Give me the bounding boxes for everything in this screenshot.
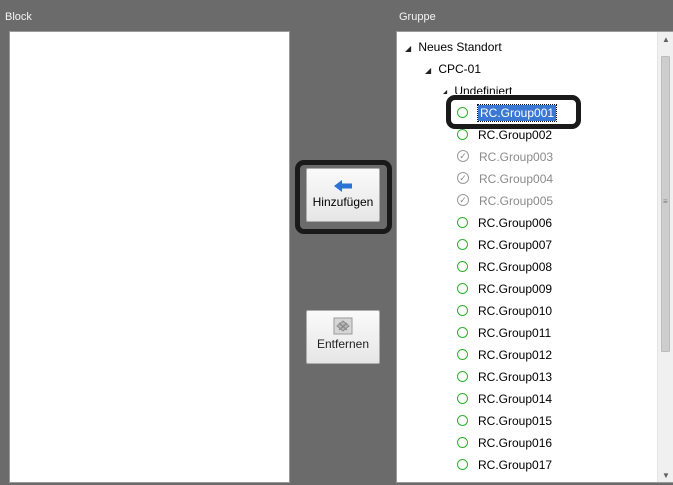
tree-node-folder[interactable]: ◢ Undefiniert bbox=[441, 80, 512, 94]
tree-item-label: RC.Group004 bbox=[479, 172, 554, 186]
tree-item-label: RC.Group002 bbox=[478, 128, 553, 142]
circle-icon bbox=[457, 238, 468, 250]
tree-item-group[interactable]: RC.Group011 bbox=[457, 322, 551, 344]
tree-item-label: RC.Group007 bbox=[478, 238, 553, 252]
tree-node-label: CPC-01 bbox=[438, 62, 482, 76]
collapse-arrow-icon[interactable]: ◢ bbox=[405, 38, 415, 60]
tree-item-label: RC.Group008 bbox=[478, 260, 553, 274]
circle-icon bbox=[457, 282, 468, 294]
tree-item-label: RC.Group017 bbox=[478, 458, 553, 472]
circle-icon bbox=[457, 458, 468, 470]
add-button[interactable]: Hinzufügen bbox=[306, 168, 380, 222]
checkmark-icon: ✓ bbox=[457, 194, 469, 207]
circle-icon bbox=[457, 392, 468, 404]
circle-icon bbox=[457, 414, 468, 426]
tree-item-label: RC.Group009 bbox=[478, 282, 553, 296]
tree-item-group[interactable]: RC.Group017 bbox=[457, 454, 552, 476]
collapse-arrow-icon[interactable]: ◢ bbox=[441, 82, 451, 94]
circle-icon bbox=[457, 348, 468, 360]
tree-item-group[interactable]: RC.Group015 bbox=[457, 410, 552, 432]
circle-icon bbox=[457, 260, 468, 272]
tree-item-group[interactable]: RC.Group014 bbox=[457, 388, 552, 410]
tree-node-cpc[interactable]: ◢ CPC-01 bbox=[425, 58, 481, 80]
tree-item-group[interactable]: RC.Group007 bbox=[457, 234, 552, 256]
tree-item-label: RC.Group003 bbox=[479, 150, 554, 164]
tree-node-label: Neues Standort bbox=[418, 40, 502, 54]
tree-item-group[interactable]: ✓ RC.Group003 bbox=[457, 146, 553, 168]
tree-item-label: RC.Group016 bbox=[478, 436, 553, 450]
tree-item-group[interactable]: RC.Group002 bbox=[457, 124, 552, 146]
circle-icon bbox=[457, 106, 468, 118]
tree-node-label: Undefiniert bbox=[454, 84, 513, 94]
tree-item-label: RC.Group001 bbox=[476, 104, 558, 122]
circle-icon bbox=[457, 326, 468, 338]
gruppe-header: Gruppe bbox=[399, 11, 436, 23]
tree-item-group[interactable]: RC.Group016 bbox=[457, 432, 552, 454]
tree-item-group[interactable]: ✓ RC.Group004 bbox=[457, 168, 553, 190]
tree-item-label: RC.Group015 bbox=[478, 414, 553, 428]
circle-icon bbox=[457, 128, 468, 140]
tree-item-group[interactable]: RC.Group010 bbox=[457, 300, 552, 322]
tree-item-group[interactable]: RC.Group013 bbox=[457, 366, 552, 388]
tree-item-label: RC.Group014 bbox=[478, 392, 553, 406]
tree-item-label: RC.Group006 bbox=[478, 216, 553, 230]
tree-item-group[interactable]: RC.Group009 bbox=[457, 278, 552, 300]
tree-item-label: RC.Group005 bbox=[479, 194, 554, 208]
vertical-scrollbar[interactable]: ▲ ≡ ▼ bbox=[657, 32, 673, 482]
tree-item-group[interactable]: RC.Group006 bbox=[457, 212, 552, 234]
arrow-left-icon bbox=[334, 180, 352, 192]
tree-item-label: RC.Group013 bbox=[478, 370, 553, 384]
tree-node-standort[interactable]: ◢ Neues Standort bbox=[405, 36, 502, 58]
add-button-label: Hinzufügen bbox=[312, 195, 374, 209]
tree-item-group[interactable]: RC.Group001 bbox=[457, 102, 558, 124]
checkmark-icon: ✓ bbox=[457, 150, 469, 163]
tree-item-group[interactable]: ✓ RC.Group005 bbox=[457, 190, 553, 212]
remove-button-label: Entfernen bbox=[316, 337, 370, 351]
scrollbar-thumb[interactable]: ≡ bbox=[661, 56, 670, 352]
block-header: Block bbox=[5, 11, 32, 23]
circle-icon bbox=[457, 436, 468, 448]
circle-icon bbox=[457, 370, 468, 382]
circle-icon bbox=[457, 304, 468, 316]
block-list[interactable] bbox=[9, 31, 290, 483]
tree-item-label: RC.Group011 bbox=[478, 326, 552, 340]
tree-item-group[interactable]: RC.Group012 bbox=[457, 344, 552, 366]
checkmark-icon: ✓ bbox=[457, 172, 469, 185]
gruppe-tree[interactable]: ◢ Neues Standort ◢ CPC-01 ◢ Undefiniert … bbox=[396, 31, 673, 483]
tree-item-label: RC.Group012 bbox=[478, 348, 553, 362]
tree-item-label: RC.Group010 bbox=[478, 304, 553, 318]
tree-item-group[interactable]: RC.Group008 bbox=[457, 256, 552, 278]
remove-button[interactable]: Entfernen bbox=[306, 310, 380, 364]
collapse-arrow-icon[interactable]: ◢ bbox=[425, 60, 435, 82]
scroll-up-icon[interactable]: ▲ bbox=[658, 32, 673, 48]
scroll-down-icon[interactable]: ▼ bbox=[658, 468, 673, 482]
circle-icon bbox=[457, 216, 468, 228]
remove-block-icon bbox=[333, 317, 353, 335]
